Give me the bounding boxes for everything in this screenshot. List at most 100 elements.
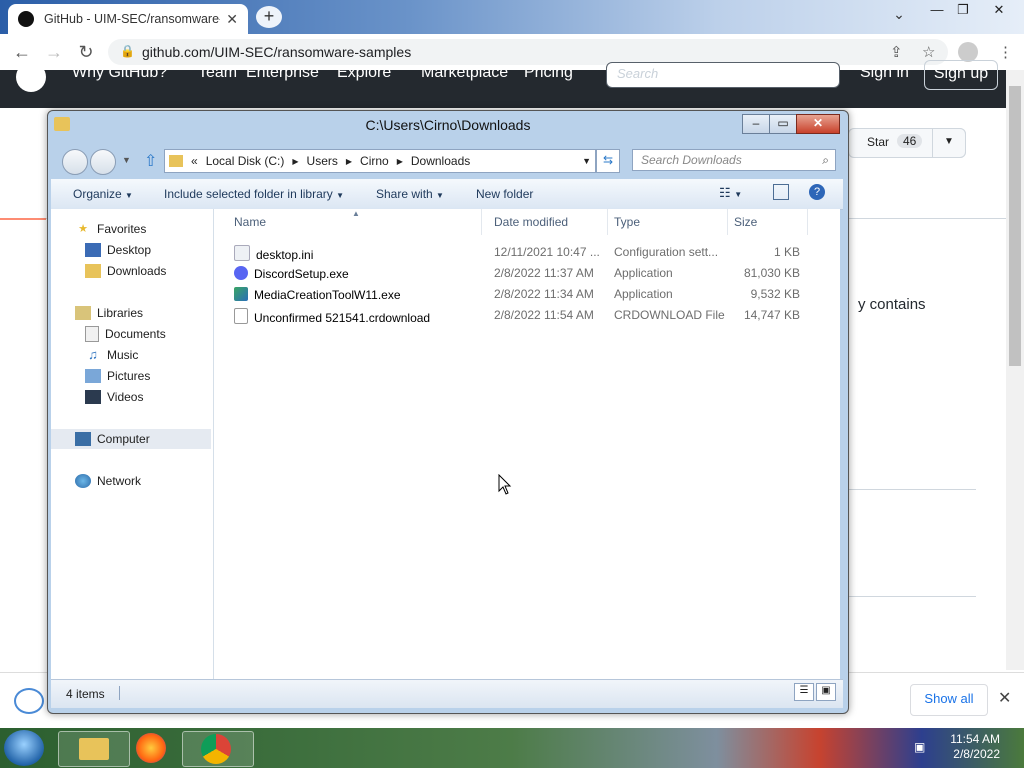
file-name: Unconfirmed 521541.crdownload <box>254 311 431 325</box>
breadcrumb-users[interactable]: Users <box>307 154 338 168</box>
nav-libraries[interactable]: Libraries <box>51 303 235 323</box>
taskbar-explorer[interactable] <box>58 731 130 767</box>
file-type: CRDOWNLOAD File <box>614 308 725 322</box>
column-type[interactable]: Type <box>608 209 728 235</box>
back-arrow-icon[interactable]: ← <box>12 42 32 63</box>
column-size[interactable]: Size <box>728 209 808 235</box>
lock-icon: 🔒 <box>120 44 135 58</box>
nav-explore[interactable]: Explore <box>337 64 391 82</box>
nav-videos-label: Videos <box>107 390 144 404</box>
breadcrumb-separator-icon[interactable]: ▶ <box>292 157 298 166</box>
network-tray-icon[interactable]: ▣ <box>914 740 925 754</box>
tab-search-chevron-icon[interactable]: ⌄ <box>882 4 916 26</box>
nav-team[interactable]: Team <box>198 64 237 82</box>
breadcrumb-separator-icon[interactable]: ▶ <box>346 157 352 166</box>
help-icon[interactable]: ? <box>809 184 825 200</box>
breadcrumb-cirno[interactable]: Cirno <box>360 154 389 168</box>
recent-pages-chevron-icon[interactable]: ▼ <box>122 155 131 165</box>
navigation-pane: ★ Favorites Desktop Downloads Libraries … <box>51 209 214 703</box>
address-dropdown-chevron-icon[interactable]: ▼ <box>582 156 591 166</box>
table-row[interactable]: Unconfirmed 521541.crdownload 2/8/2022 1… <box>214 305 840 326</box>
nav-enterprise[interactable]: Enterprise <box>246 64 319 82</box>
item-count: 4 items <box>66 687 105 701</box>
refresh-icon[interactable]: ⇆ <box>596 149 620 173</box>
large-icons-view-icon[interactable]: ▣ <box>816 683 836 701</box>
nav-network[interactable]: Network <box>51 471 235 491</box>
organize-button[interactable]: Organize ▼ <box>73 187 133 201</box>
signup-button[interactable]: Sign up <box>924 60 998 90</box>
column-date-modified[interactable]: Date modified <box>488 209 608 235</box>
nav-why-github[interactable]: Why GitHub? <box>72 64 167 82</box>
table-row[interactable]: DiscordSetup.exe 2/8/2022 11:37 AM Appli… <box>214 263 840 284</box>
nav-libraries-label: Libraries <box>97 306 144 320</box>
file-type: Application <box>614 266 673 280</box>
bookmark-star-icon[interactable]: ☆ <box>922 43 935 61</box>
nav-pictures-label: Pictures <box>107 369 151 383</box>
clock-date: 2/8/2022 <box>953 747 1000 761</box>
nav-computer[interactable]: Computer <box>51 429 211 449</box>
explorer-search-input[interactable]: Search Downloads ⌕ <box>632 149 836 171</box>
nav-marketplace[interactable]: Marketplace <box>421 64 508 82</box>
chrome-icon <box>201 734 231 764</box>
download-bar-close-icon[interactable]: ✕ <box>998 688 1011 708</box>
mouse-cursor-icon <box>498 474 512 495</box>
share-label: Share with <box>376 187 433 201</box>
browser-tab[interactable]: GitHub - UIM-SEC/ransomware-s ✕ <box>8 4 248 34</box>
show-all-button[interactable]: Show all <box>910 684 988 716</box>
status-bar: 4 items <box>51 679 843 708</box>
network-icon <box>75 474 91 488</box>
table-row[interactable]: desktop.ini 12/11/2021 10:47 ... Configu… <box>214 242 840 263</box>
forward-arrow-icon[interactable]: → <box>44 42 64 63</box>
table-row[interactable]: MediaCreationToolW11.exe 2/8/2022 11:34 … <box>214 284 840 305</box>
explorer-address-bar[interactable]: « Local Disk (C:) ▶ Users ▶ Cirno ▶ Down… <box>164 149 596 173</box>
breadcrumb-downloads[interactable]: Downloads <box>411 154 470 168</box>
view-options-icon[interactable]: ☷ ▼ <box>719 185 742 201</box>
github-search-input[interactable]: Search <box>606 62 840 88</box>
include-label: Include selected folder in library <box>164 187 333 201</box>
folder-icon <box>79 738 109 760</box>
breadcrumb-separator-icon[interactable]: ▶ <box>397 157 403 166</box>
star-icon: ★ <box>78 223 88 235</box>
desktop-icon <box>85 243 101 257</box>
close-button[interactable]: ✕ <box>982 0 1016 22</box>
github-logo-icon[interactable] <box>16 62 46 92</box>
firefox-icon[interactable] <box>136 733 166 763</box>
tab-close-icon[interactable]: ✕ <box>226 11 238 28</box>
computer-icon <box>75 432 91 446</box>
nav-pricing[interactable]: Pricing <box>524 64 573 82</box>
breadcrumb-local-disk[interactable]: Local Disk (C:) <box>206 154 285 168</box>
file-size: 81,030 KB <box>743 266 800 280</box>
file-date: 2/8/2022 11:54 AM <box>494 308 594 322</box>
maximize-button[interactable]: ❐ <box>946 0 980 22</box>
star-dropdown-chevron-icon[interactable]: ▼ <box>932 128 966 158</box>
menu-kebab-icon[interactable]: ⋮ <box>998 43 1013 61</box>
share-icon[interactable]: ⇪ <box>890 43 903 61</box>
page-scrollbar-thumb[interactable] <box>1009 86 1021 366</box>
profile-avatar[interactable] <box>958 42 978 62</box>
taskbar-chrome[interactable] <box>182 731 254 767</box>
new-folder-button[interactable]: New folder <box>476 187 533 201</box>
details-view-icon[interactable]: ☰ <box>794 683 814 701</box>
search-placeholder: Search Downloads <box>641 153 742 167</box>
preview-pane-icon[interactable] <box>773 184 789 200</box>
explorer-forward-button[interactable] <box>90 149 116 175</box>
explorer-back-button[interactable] <box>62 149 88 175</box>
start-button[interactable] <box>4 730 44 766</box>
explorer-close-button[interactable]: ✕ <box>796 114 840 134</box>
explorer-maximize-button[interactable]: ▭ <box>769 114 797 134</box>
signin-link[interactable]: Sign in <box>860 64 909 82</box>
up-arrow-icon[interactable]: ⇧ <box>144 151 157 171</box>
download-file-icon[interactable] <box>14 688 44 714</box>
star-label: Star <box>867 135 890 149</box>
url-text: github.com/UIM-SEC/ransomware-samples <box>142 44 412 60</box>
include-in-library-button[interactable]: Include selected folder in library ▼ <box>164 187 344 201</box>
taskbar-clock[interactable]: 11:54 AM 2/8/2022 <box>936 732 1000 762</box>
breadcrumb-overflow[interactable]: « <box>191 154 198 168</box>
new-tab-button[interactable]: + <box>256 6 282 28</box>
reload-icon[interactable]: ↻ <box>76 42 96 63</box>
nav-network-label: Network <box>97 474 142 488</box>
share-with-button[interactable]: Share with ▼ <box>376 187 444 201</box>
nav-favorites[interactable]: ★ Favorites <box>51 219 235 239</box>
explorer-minimize-button[interactable]: – <box>742 114 770 134</box>
file-date: 2/8/2022 11:34 AM <box>494 287 594 301</box>
